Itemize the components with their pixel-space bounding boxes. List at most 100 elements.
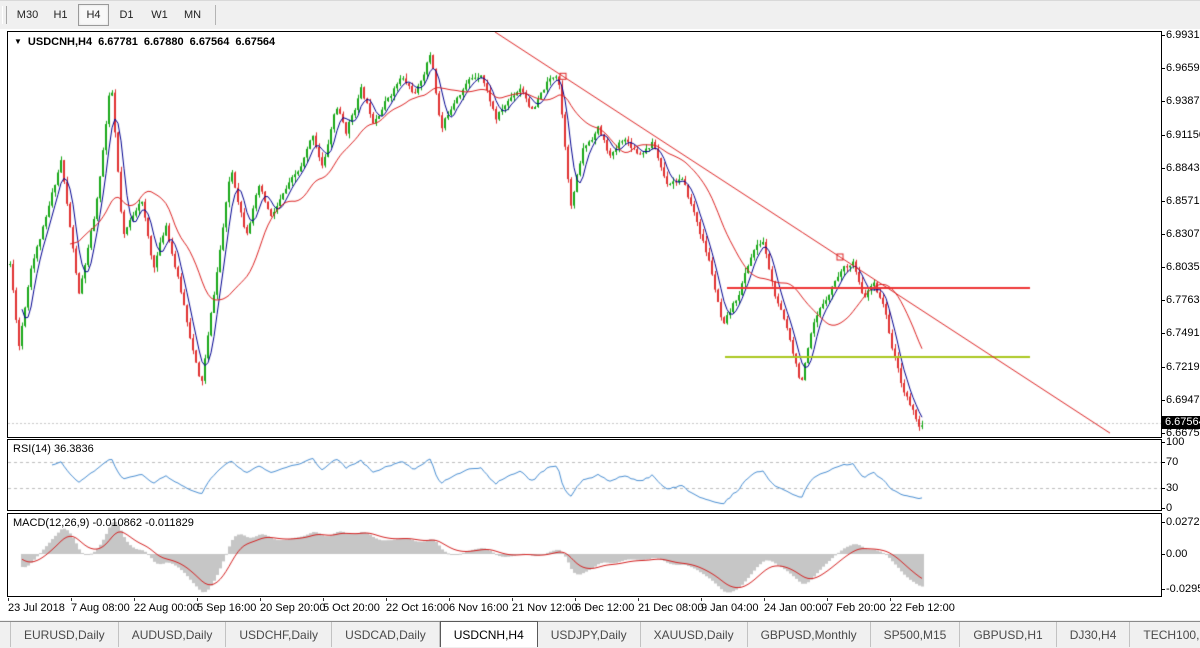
symbol-tab-audusd-daily[interactable]: AUDUSD,Daily — [119, 622, 227, 647]
macd-name: MACD(12,26,9) — [13, 517, 89, 529]
time-axis[interactable]: 23 Jul 2018 7 Aug 08:00 22 Aug 00:005 Sep … — [0, 598, 1200, 620]
symbol-tab-usdchf-daily[interactable]: USDCHF,Daily — [226, 622, 332, 647]
symbol-tab-usdcnh-h4[interactable]: USDCNH,H4 — [440, 621, 538, 647]
price-axis-label: 6.83070 — [1166, 228, 1200, 240]
time-axis-tick — [386, 598, 387, 601]
collapse-icon[interactable]: ▼ — [14, 37, 22, 46]
symbol-tab-dj30-h4[interactable]: DJ30,H4 — [1057, 622, 1131, 647]
rsi-name: RSI(14) — [13, 443, 51, 455]
price-axis-label: 6.91150 — [1166, 129, 1200, 141]
symbol-tab-gbpusd-monthly[interactable]: GBPUSD,Monthly — [748, 622, 871, 647]
timeframe-button-w1[interactable]: W1 — [144, 4, 175, 26]
timeframe-button-m30[interactable]: M30 — [12, 4, 43, 26]
symbol-tab-gbpusd-h1[interactable]: GBPUSD,H1 — [960, 622, 1056, 647]
axis-tick — [1161, 201, 1165, 202]
price-axis-label: 6.74910 — [1166, 327, 1200, 339]
symbol-tab-usdcad-daily[interactable]: USDCAD,Daily — [332, 622, 440, 647]
macd-signal-value: -0.011829 — [145, 517, 194, 529]
time-axis-label: 22 Oct 16:00 — [386, 602, 449, 614]
toolbar-drag-handle[interactable] — [2, 6, 7, 24]
price-axis-label: 6.80350 — [1166, 261, 1200, 273]
rsi-canvas[interactable] — [8, 440, 1161, 510]
price-axis-label: 6.69470 — [1166, 394, 1200, 406]
rsi-panel: RSI(14) 36.3836 — [7, 439, 1162, 511]
symbol-tab-usdjpy-daily[interactable]: USDJPY,Daily — [538, 622, 641, 647]
time-axis-tick — [638, 598, 639, 601]
time-axis-tick — [701, 598, 702, 601]
axis-tick — [1161, 554, 1165, 555]
timeframe-buttons: M30H1H4D1W1MN — [11, 4, 209, 26]
axis-tick — [1161, 135, 1165, 136]
time-axis-tick — [890, 598, 891, 601]
time-axis-label: 7 Feb 20:00 — [827, 602, 886, 614]
timeframe-button-mn[interactable]: MN — [177, 4, 208, 26]
macd-axis-label: -0.029558 — [1166, 583, 1200, 595]
time-axis-tick — [827, 598, 828, 601]
symbol-tab-eurusd-daily[interactable]: EURUSD,Daily — [10, 622, 119, 647]
price-axis-label: 6.77630 — [1166, 294, 1200, 306]
axis-tick — [1161, 400, 1165, 401]
time-axis-tick — [197, 598, 198, 601]
time-axis-label: 9 Jan 04:00 — [701, 602, 759, 614]
chart-open-value: 6.67781 — [98, 36, 138, 48]
axis-tick — [1161, 442, 1165, 443]
price-chart-canvas[interactable] — [8, 32, 1161, 437]
symbol-tab-xauusd-daily[interactable]: XAUUSD,Daily — [641, 622, 748, 647]
time-axis-tick — [8, 598, 9, 601]
time-axis-label: 24 Jan 00:00 — [764, 602, 828, 614]
axis-tick — [1161, 35, 1165, 36]
time-axis-label: 5 Sep 16:00 — [197, 602, 256, 614]
time-axis-label: 22 Aug 00:00 — [134, 602, 199, 614]
macd-axis-label: 0.027219 — [1166, 516, 1200, 528]
time-axis-tick — [71, 598, 72, 601]
time-axis-label: 21 Dec 08:00 — [638, 602, 703, 614]
price-axis-label: 6.88430 — [1166, 162, 1200, 174]
chart-ohlc-header: ▼ USDCNH,H4 6.67781 6.67880 6.67564 6.67… — [14, 36, 275, 48]
price-axis-label: 6.99310 — [1166, 29, 1200, 41]
macd-main-value: -0.010862 — [92, 517, 142, 529]
price-axis-label: 6.93870 — [1166, 95, 1200, 107]
chart-symbol-label: USDCNH,H4 — [28, 36, 92, 48]
axis-tick — [1161, 462, 1165, 463]
toolbar-separator — [215, 5, 216, 25]
rsi-axis-label: 30 — [1166, 482, 1178, 494]
timeframe-button-h4[interactable]: H4 — [78, 4, 109, 26]
axis-tick — [1161, 101, 1165, 102]
time-axis-label: 23 Jul 2018 — [8, 602, 65, 614]
symbol-tab-tech100-h1[interactable]: TECH100,H1 — [1130, 622, 1200, 647]
axis-tick — [1161, 168, 1165, 169]
symbol-tab-sp500-m15[interactable]: SP500,M15 — [871, 622, 961, 647]
axis-tick — [1161, 522, 1165, 523]
rsi-label: RSI(14) 36.3836 — [13, 443, 94, 455]
time-axis-tick — [575, 598, 576, 601]
time-axis-label: 6 Nov 16:00 — [449, 602, 508, 614]
rsi-axis-label: 100 — [1166, 436, 1184, 448]
time-axis-tick — [260, 598, 261, 601]
timeframe-button-d1[interactable]: D1 — [111, 4, 142, 26]
axis-tick — [1161, 68, 1165, 69]
time-axis-label: 20 Sep 20:00 — [260, 602, 325, 614]
timeframe-button-h1[interactable]: H1 — [45, 4, 76, 26]
macd-panel: MACD(12,26,9) -0.010862 -0.011829 — [7, 513, 1162, 597]
price-chart-panel: ▼ USDCNH,H4 6.67781 6.67880 6.67564 6.67… — [7, 31, 1162, 438]
time-axis-label: 22 Feb 12:00 — [890, 602, 955, 614]
chart-window: ▼ USDCNH,H4 6.67781 6.67880 6.67564 6.67… — [0, 29, 1200, 620]
axis-tick — [1161, 508, 1165, 509]
time-axis-label: 6 Dec 12:00 — [575, 602, 634, 614]
axis-tick — [1161, 267, 1165, 268]
time-axis-label: 21 Nov 12:00 — [512, 602, 577, 614]
rsi-value: 36.3836 — [54, 443, 94, 455]
price-axis-label: 6.72190 — [1166, 361, 1200, 373]
axis-tick — [1161, 234, 1165, 235]
time-axis-label: 7 Aug 08:00 — [71, 602, 130, 614]
symbol-tabbar: EURUSD,DailyAUDUSD,DailyUSDCHF,DailyUSDC… — [0, 621, 1200, 647]
axis-tick — [1161, 300, 1165, 301]
time-axis-tick — [323, 598, 324, 601]
chart-high-value: 6.67880 — [144, 36, 184, 48]
time-axis-label: 5 Oct 20:00 — [323, 602, 380, 614]
rsi-axis-label: 0 — [1166, 502, 1172, 514]
chart-close-value: 6.67564 — [235, 36, 275, 48]
macd-label: MACD(12,26,9) -0.010862 -0.011829 — [13, 517, 194, 529]
rsi-axis-label: 70 — [1166, 456, 1178, 468]
trading-terminal: M30H1H4D1W1MN ▼ USDCNH,H4 6.67781 6.6788… — [0, 0, 1200, 648]
